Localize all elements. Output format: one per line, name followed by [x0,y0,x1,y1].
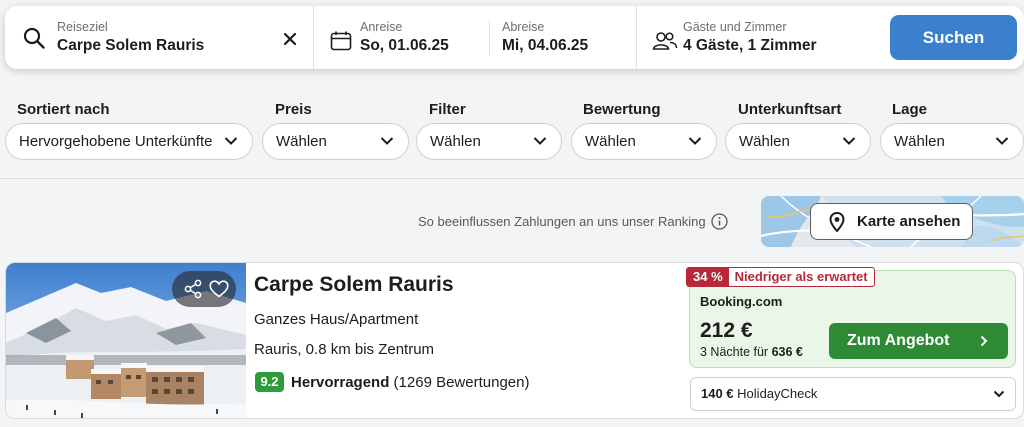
hotel-type: Ganzes Haus/Apartment [254,311,419,328]
chevron-down-icon [533,137,547,145]
accommodation-label: Unterkunftsart [738,101,842,118]
chevron-down-icon [995,137,1009,145]
chevron-down-icon [380,137,394,145]
checkout-field[interactable]: Abreise Mi, 04.06.25 [502,6,632,69]
total-price: 636 € [771,345,803,359]
sort-label: Sortiert nach [17,101,110,118]
rating-count: (1269 Bewertungen) [393,374,530,391]
destination-label: Reiseziel [57,20,108,34]
rating-word: Hervorragend [291,374,390,391]
destination-field[interactable]: Reiseziel Carpe Solem Rauris [57,6,277,69]
checkin-value[interactable]: So, 01.06.25 [360,37,449,55]
destination-value[interactable]: Carpe Solem Rauris [57,37,204,55]
search-icon [23,27,45,49]
divider [489,20,490,56]
alt-price: 140 € [701,386,734,401]
checkin-label: Anreise [360,20,403,34]
discount-percent: 34 % [687,268,729,286]
guests-value[interactable]: 4 Gäste, 1 Zimmer [683,37,817,55]
checkin-field[interactable]: Anreise So, 01.06.25 [360,6,490,69]
hotel-location[interactable]: Rauris, 0.8 km bis Zentrum [254,341,434,358]
location-value: Wählen [894,133,945,150]
nights-total: 3 Nächte für 636 € [700,345,803,359]
nights-text: 3 Nächte für [700,345,769,359]
price: 212 € [700,319,753,342]
sort-value: Hervorgehobene Unterkünfte [19,133,213,150]
chevron-down-icon [842,137,856,145]
hotel-name[interactable]: Carpe Solem Rauris [254,273,454,297]
alt-offer-dropdown[interactable]: 140 € HolidayCheck [690,377,1016,411]
guests-field[interactable]: Gäste und Zimmer 4 Gäste, 1 Zimmer [683,6,883,69]
search-bar: Reiseziel Carpe Solem Rauris Anreise So,… [5,6,1024,69]
checkout-value[interactable]: Mi, 04.06.25 [502,37,588,55]
filter-label: Filter [429,101,466,118]
image-actions [172,271,236,307]
price-dropdown[interactable]: Wählen [262,123,409,160]
chevron-down-icon [993,390,1005,398]
search-button[interactable]: Suchen [890,15,1017,60]
calendar-icon [330,31,352,51]
divider [0,178,1024,179]
guests-icon [652,32,678,50]
map-button[interactable]: Karte ansehen [810,203,973,240]
discount-badge: 34 % Niedriger als erwartet [686,267,875,287]
offer-button-label: Zum Angebot [847,332,950,349]
filter-value: Wählen [430,133,481,150]
filter-dropdown[interactable]: Wählen [416,123,562,160]
rating-label: Bewertung [583,101,661,118]
chevron-down-icon [224,137,238,145]
ranking-note[interactable]: So beeinflussen Zahlungen an uns unser R… [418,214,706,229]
info-icon[interactable] [711,213,728,230]
rating-text[interactable]: Hervorragend (1269 Bewertungen) [291,374,529,391]
checkout-label: Abreise [502,20,545,34]
alt-provider: HolidayCheck [737,386,818,401]
divider [636,6,637,69]
rating-badge: 9.2 [255,372,284,392]
provider-name: Booking.com [700,294,783,309]
divider [313,6,314,69]
price-value: Wählen [276,133,327,150]
chevron-right-icon [980,335,988,347]
share-icon[interactable] [184,279,202,299]
offer-button[interactable]: Zum Angebot [829,323,1008,359]
location-label: Lage [892,101,928,118]
map-pin-icon [829,212,845,232]
guests-label: Gäste und Zimmer [683,20,787,34]
map-button-label: Karte ansehen [857,213,961,230]
rating-dropdown[interactable]: Wählen [571,123,717,160]
discount-label: Niedriger als erwartet [734,269,868,284]
accommodation-dropdown[interactable]: Wählen [725,123,871,160]
sort-dropdown[interactable]: Hervorgehobene Unterkünfte [5,123,253,160]
location-dropdown[interactable]: Wählen [880,123,1024,160]
accommodation-value: Wählen [739,133,790,150]
rating-value: Wählen [585,133,636,150]
chevron-down-icon [688,137,702,145]
hotel-card[interactable]: Carpe Solem Rauris Ganzes Haus/Apartment… [5,262,1024,419]
price-label: Preis [275,101,312,118]
heart-icon[interactable] [209,280,229,298]
close-icon[interactable] [279,28,301,50]
